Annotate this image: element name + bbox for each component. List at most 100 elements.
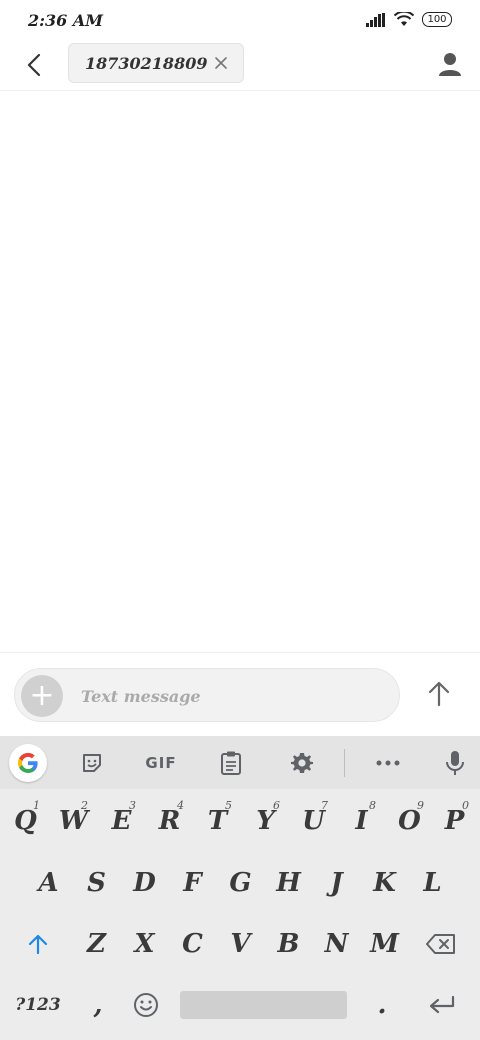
symbols-key[interactable]: ?123 — [8, 981, 68, 1029]
composer-bar: + — [0, 652, 480, 737]
more-dots-icon — [376, 760, 400, 766]
send-arrow-icon[interactable] — [424, 679, 454, 709]
voice-input-button[interactable] — [442, 746, 468, 780]
key-y[interactable]: Y6 — [243, 797, 288, 845]
sticker-button[interactable] — [78, 746, 106, 780]
key-j[interactable]: J — [314, 859, 359, 907]
key-hint: 9 — [417, 799, 424, 812]
key-hint: 4 — [177, 799, 184, 812]
key-hint: 8 — [369, 799, 376, 812]
key-e[interactable]: E3 — [99, 797, 144, 845]
key-i[interactable]: I8 — [339, 797, 384, 845]
back-arrow-icon — [27, 53, 41, 77]
status-bar: 2:36 AM 100 — [0, 0, 480, 40]
key-q[interactable]: Q1 — [3, 797, 48, 845]
key-hint: 3 — [129, 799, 136, 812]
gear-icon — [291, 753, 313, 773]
recipient-chip[interactable]: 18730218809 — [68, 43, 244, 83]
key-k[interactable]: K — [362, 859, 407, 907]
close-icon[interactable] — [213, 55, 229, 71]
add-attachment-button[interactable]: + — [21, 675, 63, 717]
key-d[interactable]: D — [122, 859, 167, 907]
key-label: D — [133, 868, 156, 898]
key-o[interactable]: O9 — [387, 797, 432, 845]
enter-arrow-icon — [429, 995, 455, 1014]
space-bar[interactable] — [180, 991, 347, 1019]
recipient-number: 18730218809 — [85, 53, 208, 73]
key-hint: 7 — [321, 799, 328, 812]
key-h[interactable]: H — [266, 859, 311, 907]
key-label: Z — [87, 929, 106, 959]
signal-icon — [366, 12, 385, 27]
key-v[interactable]: V — [218, 920, 263, 968]
key-r[interactable]: R4 — [147, 797, 192, 845]
gif-label: GIF — [145, 754, 177, 772]
key-label: M — [370, 929, 399, 959]
key-w[interactable]: W2 — [51, 797, 96, 845]
message-input[interactable] — [79, 669, 383, 723]
conversation-header: 18730218809 — [0, 40, 480, 91]
key-label: X — [134, 929, 155, 959]
back-button[interactable] — [20, 51, 48, 79]
keyboard-toolbar: GIF — [0, 736, 480, 789]
contact-icon[interactable] — [436, 50, 464, 78]
key-hint: 6 — [273, 799, 280, 812]
key-label: , — [93, 990, 103, 1020]
microphone-icon — [446, 751, 464, 775]
google-search-button[interactable] — [9, 744, 47, 782]
period-key[interactable]: . — [360, 981, 404, 1029]
battery-indicator: 100 — [422, 12, 452, 27]
key-p[interactable]: P0 — [432, 797, 477, 845]
enter-key[interactable] — [418, 981, 466, 1029]
emoji-icon — [134, 993, 158, 1017]
clipboard-icon — [221, 751, 241, 775]
key-label: L — [423, 868, 442, 898]
key-n[interactable]: N — [314, 920, 359, 968]
shift-arrow-icon — [28, 934, 48, 955]
key-label: ?123 — [15, 995, 61, 1015]
comma-key[interactable]: , — [76, 981, 120, 1029]
sticker-icon — [83, 754, 101, 772]
key-label: . — [377, 990, 387, 1020]
toolbar-divider — [344, 749, 345, 777]
wifi-icon — [394, 12, 414, 26]
key-label: V — [230, 929, 251, 959]
key-a[interactable]: A — [26, 859, 71, 907]
emoji-key[interactable] — [124, 981, 168, 1029]
compose-box: + — [14, 668, 400, 723]
key-label: C — [182, 929, 203, 959]
settings-button[interactable] — [288, 746, 316, 780]
clipboard-button[interactable] — [218, 746, 244, 780]
key-z[interactable]: Z — [74, 920, 119, 968]
key-label: N — [324, 929, 349, 959]
gif-button[interactable]: GIF — [142, 746, 180, 780]
key-label: H — [276, 868, 301, 898]
key-u[interactable]: U7 — [291, 797, 336, 845]
status-time: 2:36 AM — [28, 11, 103, 30]
key-s[interactable]: S — [74, 859, 119, 907]
google-g-icon — [17, 752, 38, 773]
key-label: B — [277, 929, 300, 959]
key-c[interactable]: C — [170, 920, 215, 968]
key-hint: 5 — [225, 799, 232, 812]
key-label: A — [38, 868, 59, 898]
message-thread — [0, 91, 480, 652]
backspace-key[interactable] — [414, 920, 468, 968]
status-icons: 100 — [366, 12, 452, 27]
key-label: Y — [256, 806, 275, 836]
key-hint: 2 — [81, 799, 88, 812]
key-m[interactable]: M — [362, 920, 407, 968]
key-f[interactable]: F — [170, 859, 215, 907]
key-label: J — [330, 868, 343, 898]
key-label: K — [373, 868, 396, 898]
key-x[interactable]: X — [122, 920, 167, 968]
key-label: F — [183, 868, 202, 898]
key-b[interactable]: B — [266, 920, 311, 968]
key-label: S — [87, 868, 106, 898]
key-g[interactable]: G — [218, 859, 263, 907]
shift-key[interactable] — [12, 920, 64, 968]
key-label: G — [229, 868, 252, 898]
key-l[interactable]: L — [410, 859, 455, 907]
key-t[interactable]: T5 — [195, 797, 240, 845]
more-options-button[interactable] — [374, 746, 402, 780]
